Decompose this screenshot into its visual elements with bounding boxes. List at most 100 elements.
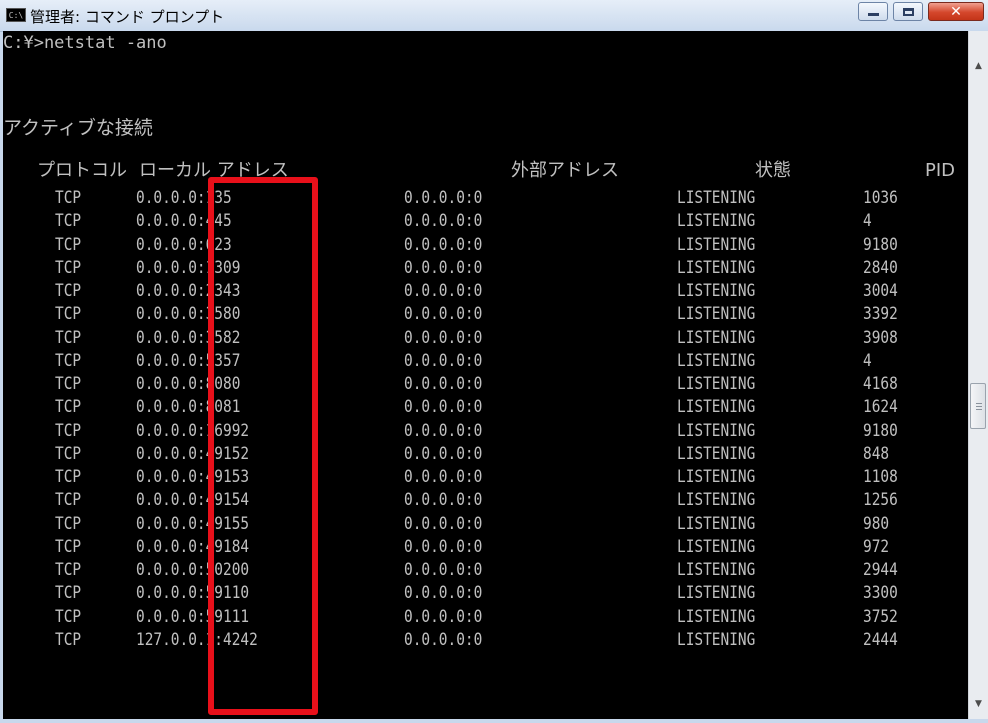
cell-state: LISTENING (677, 443, 756, 464)
cell-pid: 3752 (863, 606, 898, 627)
console-app-icon[interactable]: C:\ (6, 8, 26, 22)
cell-protocol: TCP (55, 536, 82, 557)
cell-foreign-address: 0.0.0.0:0 (404, 211, 483, 232)
cell-protocol: TCP (55, 234, 82, 255)
cell-protocol: TCP (55, 350, 82, 371)
local-address-port-highlight (208, 177, 318, 715)
cell-state: LISTENING (677, 397, 756, 418)
cell-state: LISTENING (677, 583, 756, 604)
cell-foreign-address: 0.0.0.0:0 (404, 583, 483, 604)
cell-foreign-address: 0.0.0.0:0 (404, 467, 483, 487)
cell-state: LISTENING (677, 467, 756, 487)
cell-protocol: TCP (55, 606, 82, 627)
cell-state: LISTENING (677, 257, 756, 278)
column-header-state: 状態 (755, 160, 791, 181)
cell-foreign-address: 0.0.0.0:0 (404, 188, 483, 208)
cell-pid: 848 (863, 443, 890, 464)
cell-foreign-address: 0.0.0.0:0 (404, 374, 483, 394)
close-icon: ✕ (950, 3, 962, 20)
cell-state: LISTENING (677, 374, 756, 394)
cell-pid: 3908 (863, 327, 898, 348)
cell-state: LISTENING (677, 490, 756, 511)
scroll-up-arrow-icon[interactable]: ▲ (969, 57, 988, 75)
column-header-foreign-address: 外部アドレス (511, 160, 619, 181)
cell-pid: 1108 (863, 467, 898, 487)
cell-pid: 4168 (863, 374, 898, 394)
cell-foreign-address: 0.0.0.0:0 (404, 443, 483, 464)
cell-foreign-address: 0.0.0.0:0 (404, 234, 483, 255)
cell-state: LISTENING (677, 629, 756, 650)
cell-foreign-address: 0.0.0.0:0 (404, 257, 483, 278)
cell-protocol: TCP (55, 490, 82, 511)
minimize-button[interactable] (858, 2, 888, 21)
cell-pid: 2444 (863, 629, 898, 650)
cell-state: LISTENING (677, 420, 756, 441)
cell-foreign-address: 0.0.0.0:0 (404, 490, 483, 511)
cell-state: LISTENING (677, 560, 756, 580)
cell-state: LISTENING (677, 536, 756, 557)
grip-line (976, 403, 982, 404)
maximize-button[interactable] (893, 2, 923, 21)
scroll-thumb[interactable] (970, 383, 986, 429)
cell-pid: 4 (863, 350, 872, 371)
command-prompt-window: C:\ 管理者: コマンド プロンプト ✕ C:¥>netstat -ano ア… (0, 0, 988, 723)
command-line: C:¥>netstat -ano (3, 33, 167, 53)
cell-foreign-address: 0.0.0.0:0 (404, 327, 483, 348)
maximize-icon (902, 7, 914, 16)
cell-foreign-address: 0.0.0.0:0 (404, 350, 483, 371)
cell-protocol: TCP (55, 629, 82, 650)
cell-protocol: TCP (55, 327, 82, 348)
cell-state: LISTENING (677, 350, 756, 371)
cell-state: LISTENING (677, 281, 756, 301)
column-header-protocol: プロトコル (37, 160, 127, 181)
cell-pid: 3300 (863, 583, 898, 604)
cell-protocol: TCP (55, 374, 82, 394)
cell-foreign-address: 0.0.0.0:0 (404, 560, 483, 580)
active-connections-heading: アクティブな接続 (3, 117, 153, 139)
cell-protocol: TCP (55, 583, 82, 604)
cell-state: LISTENING (677, 188, 756, 208)
cell-foreign-address: 0.0.0.0:0 (404, 304, 483, 325)
cell-state: LISTENING (677, 327, 756, 348)
column-header-pid: PID (925, 160, 956, 181)
cell-pid: 980 (863, 513, 890, 534)
cell-pid: 2944 (863, 560, 898, 580)
grip-line (976, 409, 982, 410)
cell-protocol: TCP (55, 188, 82, 208)
window-title: 管理者: コマンド プロンプト (30, 8, 225, 26)
cell-pid: 9180 (863, 234, 898, 255)
cell-pid: 4 (863, 211, 872, 232)
close-button[interactable]: ✕ (928, 2, 984, 21)
cell-pid: 1624 (863, 397, 898, 418)
cell-foreign-address: 0.0.0.0:0 (404, 420, 483, 441)
cell-state: LISTENING (677, 513, 756, 534)
cell-state: LISTENING (677, 606, 756, 627)
cell-state: LISTENING (677, 234, 756, 255)
cell-protocol: TCP (55, 257, 82, 278)
vertical-scrollbar[interactable]: ▲ ▼ (968, 31, 988, 719)
cell-state: LISTENING (677, 211, 756, 232)
cell-state: LISTENING (677, 304, 756, 325)
cell-foreign-address: 0.0.0.0:0 (404, 281, 483, 301)
cell-foreign-address: 0.0.0.0:0 (404, 397, 483, 418)
cell-pid: 3392 (863, 304, 898, 325)
cell-foreign-address: 0.0.0.0:0 (404, 629, 483, 650)
cell-protocol: TCP (55, 443, 82, 464)
cell-pid: 1036 (863, 188, 898, 208)
cell-protocol: TCP (55, 211, 82, 232)
cell-protocol: TCP (55, 397, 82, 418)
cell-protocol: TCP (55, 420, 82, 441)
grip-line (976, 406, 982, 407)
scroll-down-arrow-icon[interactable]: ▼ (969, 695, 988, 713)
cell-pid: 1256 (863, 490, 898, 511)
cell-protocol: TCP (55, 560, 82, 580)
cell-pid: 3004 (863, 281, 898, 301)
cell-foreign-address: 0.0.0.0:0 (404, 513, 483, 534)
console-output[interactable]: C:¥>netstat -ano アクティブな接続 プロトコル ローカル アドレ… (3, 31, 968, 719)
minimize-icon (867, 13, 879, 16)
cell-pid: 972 (863, 536, 890, 557)
title-bar[interactable]: C:\ 管理者: コマンド プロンプト ✕ (0, 0, 988, 32)
cell-protocol: TCP (55, 281, 82, 301)
cell-pid: 2840 (863, 257, 898, 278)
cell-protocol: TCP (55, 513, 82, 534)
